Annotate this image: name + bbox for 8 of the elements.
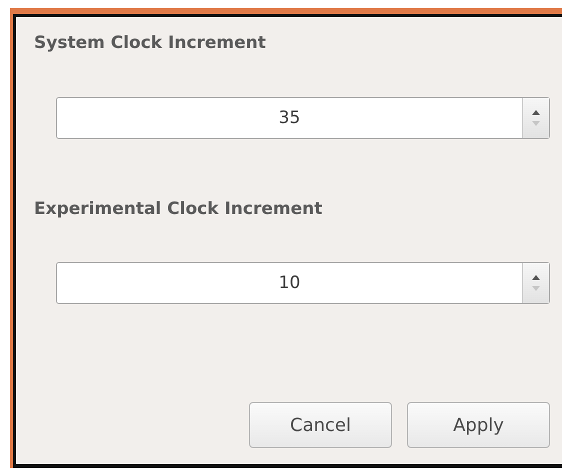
spin-box[interactable]: 35 <box>56 96 550 138</box>
dialog-button[interactable]: Cancel <box>249 402 392 448</box>
up-arrow-icon[interactable] <box>532 275 540 280</box>
up-arrow-icon[interactable] <box>532 110 540 114</box>
spin-box[interactable]: 10 <box>56 262 550 304</box>
dialog-button[interactable]: Apply <box>407 402 550 448</box>
field-label: Experimental Clock Increment <box>34 198 324 220</box>
field-label: System Clock Increment <box>34 32 267 55</box>
